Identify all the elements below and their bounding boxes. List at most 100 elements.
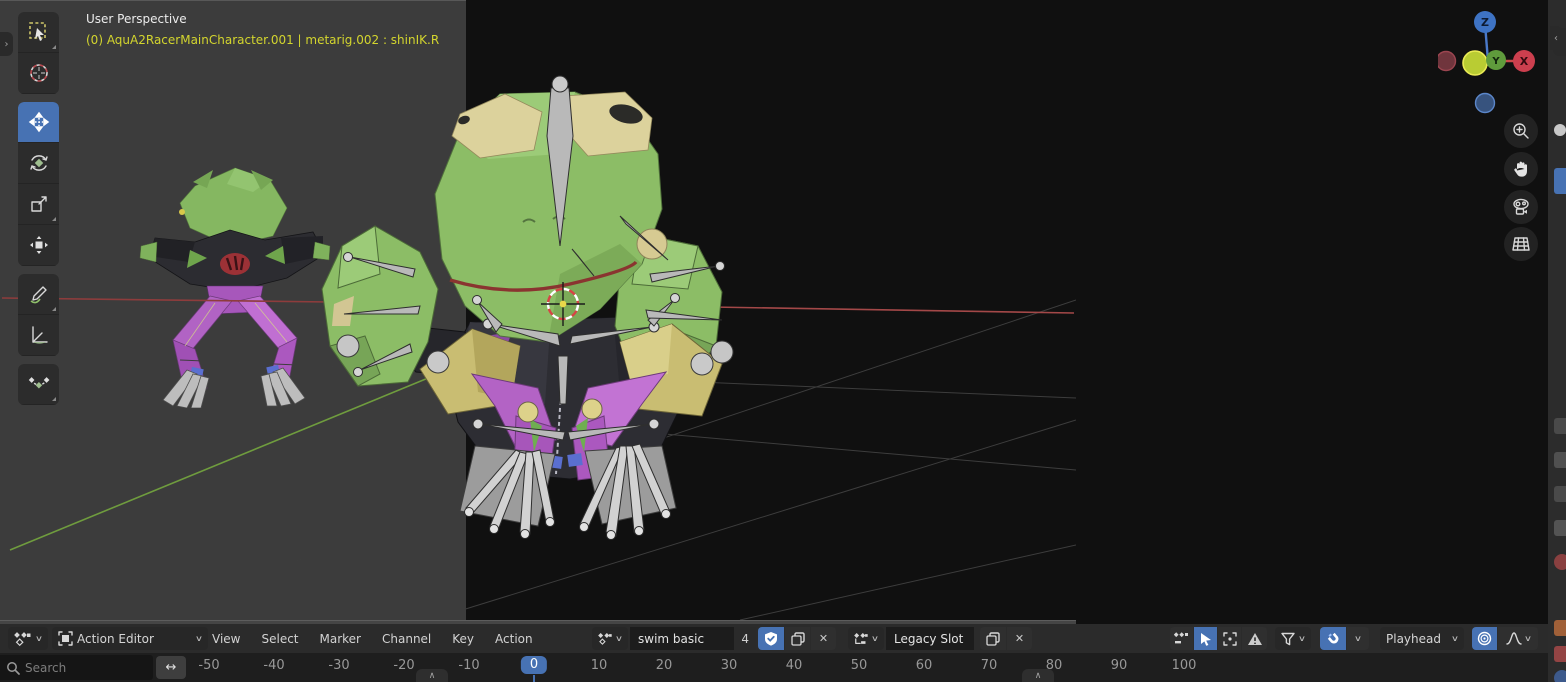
frame-tick-label: 50: [851, 658, 868, 673]
svg-text:Z: Z: [1481, 16, 1489, 29]
playhead-snap-dropdown[interactable]: Playhead ∨: [1380, 627, 1464, 650]
dope-sheet-editor: ∨ Action Editor ∨ View Select Marker Channe…: [0, 624, 1548, 682]
close-icon: ✕: [819, 632, 828, 645]
frame-tick-label: 90: [1111, 658, 1128, 673]
fake-user-shield-button[interactable]: [758, 627, 784, 650]
dope-sheet-editor-icon: [14, 631, 32, 647]
magnet-icon: [1326, 631, 1341, 646]
frame-tick-label: -30: [328, 658, 349, 673]
properties-tab-stub[interactable]: [1554, 670, 1566, 682]
snap-options-chevron[interactable]: ∨: [1347, 627, 1369, 650]
cursor-select-toggle[interactable]: [1194, 627, 1217, 650]
zoom-icon[interactable]: [1504, 114, 1538, 148]
expand-channels-icon[interactable]: ↔: [156, 656, 186, 679]
properties-tab-stub[interactable]: [1554, 554, 1566, 570]
gizmo-axis-neg-z: [1476, 94, 1495, 113]
slot-name-field[interactable]: Legacy Slot: [886, 627, 974, 650]
search-icon: [6, 661, 20, 675]
navigation-gizmo[interactable]: Y Z X: [1438, 6, 1538, 116]
menu-select[interactable]: Select: [261, 632, 298, 646]
dope-sheet-header: ∨ Action Editor ∨ View Select Marker Channe…: [0, 624, 1548, 653]
snap-magnet-toggle[interactable]: [1320, 627, 1346, 650]
tool-column: [18, 12, 59, 413]
unlink-action-button[interactable]: ✕: [811, 627, 836, 650]
duplicate-slot-button[interactable]: [980, 627, 1006, 650]
tool-rotate[interactable]: [18, 143, 59, 184]
menu-key[interactable]: Key: [452, 632, 474, 646]
menu-bar: View Select Marker Channel Key Action: [212, 624, 533, 653]
editor-mode-label: Action Editor: [77, 632, 154, 646]
frame-tick-label: -50: [198, 658, 219, 673]
blender-window: › ‹ ∧: [0, 0, 1566, 682]
new-action-copy-button[interactable]: [785, 627, 810, 650]
smooth-falloff-icon: [1506, 632, 1522, 645]
collection-filter-toggle[interactable]: [1218, 627, 1241, 650]
camera-view-icon[interactable]: [1504, 190, 1538, 224]
active-tool-tab[interactable]: [1554, 168, 1566, 194]
properties-tab-stub[interactable]: [1554, 486, 1566, 502]
frame-tick-label: 60: [916, 658, 933, 673]
frame-tick-label: 30: [721, 658, 738, 673]
timeline-region: ↔ -50-40-30-20-100102030405060708090100 …: [0, 653, 1548, 682]
playhead-dropdown-label: Playhead: [1386, 632, 1441, 646]
frame-tick-label: 10: [591, 658, 608, 673]
frame-tick-label: 70: [981, 658, 998, 673]
svg-text:Y: Y: [1491, 56, 1500, 67]
perspective-toggle-icon[interactable]: [1504, 227, 1538, 261]
menu-marker[interactable]: Marker: [320, 632, 361, 646]
expand-region-arrow[interactable]: ›: [0, 32, 13, 56]
proportional-editing-icon: [1477, 631, 1492, 646]
gizmo-axis-neg-y-highlight: [1463, 51, 1487, 75]
tool-select-box[interactable]: [18, 12, 59, 53]
action-editor-icon: [58, 631, 73, 646]
properties-tab-stub[interactable]: [1554, 418, 1566, 434]
pan-hand-icon[interactable]: [1504, 152, 1538, 186]
browse-action-button[interactable]: ∨: [592, 627, 628, 650]
funnel-icon: [1281, 632, 1295, 646]
expand-properties-arrow[interactable]: ‹: [1550, 26, 1562, 50]
menu-action[interactable]: Action: [495, 632, 533, 646]
playhead-stem: [533, 675, 535, 682]
editor-type-button[interactable]: ∨: [8, 627, 48, 650]
properties-tab-stub[interactable]: [1554, 646, 1566, 662]
playhead-current-frame[interactable]: 0: [521, 656, 547, 674]
tool-cursor[interactable]: [18, 53, 59, 94]
warning-errors-toggle[interactable]: [1242, 627, 1267, 650]
pin-icon[interactable]: [1554, 124, 1566, 136]
channel-search-box[interactable]: [0, 655, 153, 680]
menu-view[interactable]: View: [212, 632, 240, 646]
filter-dropdown-button[interactable]: ∨: [1275, 627, 1311, 650]
tool-measure[interactable]: [18, 315, 59, 356]
frame-ruler[interactable]: -50-40-30-20-100102030405060708090100: [186, 653, 1226, 682]
properties-tab-stub[interactable]: [1554, 452, 1566, 468]
tool-scale[interactable]: [18, 184, 59, 225]
gizmo-axis-neg-x: [1438, 52, 1456, 71]
search-input[interactable]: [25, 661, 135, 675]
frame-tick-label: 40: [786, 658, 803, 673]
frame-tick-label: -10: [458, 658, 479, 673]
action-name-value: swim basic: [638, 632, 704, 646]
browse-slot-button[interactable]: ∨: [848, 627, 884, 650]
editor-mode-dropdown[interactable]: Action Editor ∨: [52, 627, 208, 650]
frame-tick-label: 100: [1172, 658, 1197, 673]
character-front-view[interactable]: [320, 74, 780, 554]
tool-move[interactable]: [18, 102, 59, 143]
slot-name-value: Legacy Slot: [894, 632, 963, 646]
properties-tab-stub[interactable]: [1554, 520, 1566, 536]
action-name-field[interactable]: swim basic 4: [630, 627, 756, 650]
tool-annotate[interactable]: [18, 274, 59, 315]
menu-channel[interactable]: Channel: [382, 632, 431, 646]
expand-header-chevron[interactable]: ∧: [416, 669, 448, 682]
expand-header-chevron[interactable]: ∧: [1022, 669, 1054, 682]
falloff-dropdown-button[interactable]: ∨: [1498, 627, 1538, 650]
proportional-editing-toggle[interactable]: [1472, 627, 1497, 650]
show-only-selected-toggle[interactable]: [1170, 627, 1193, 650]
unlink-slot-button[interactable]: ✕: [1007, 627, 1032, 650]
close-icon: ✕: [1015, 632, 1024, 645]
properties-tab-stub[interactable]: [1554, 620, 1566, 636]
action-users-count[interactable]: 4: [734, 627, 756, 650]
frame-tick-label: -40: [263, 658, 284, 673]
tool-pose-breakdowner[interactable]: [18, 364, 59, 405]
tool-transform[interactable]: [18, 225, 59, 266]
frame-tick-label: -20: [393, 658, 414, 673]
